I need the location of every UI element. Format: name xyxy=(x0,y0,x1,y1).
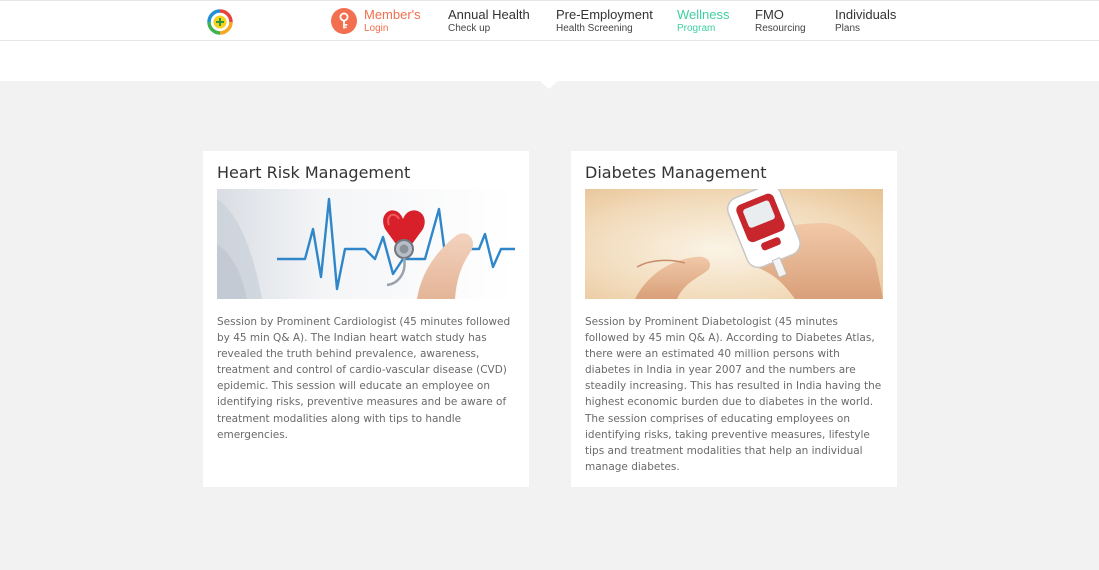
nav-item-fmo[interactable]: FMO Resourcing xyxy=(755,7,806,35)
key-icon[interactable] xyxy=(331,8,357,34)
nav-subtitle: Login xyxy=(364,23,389,34)
card-title: Diabetes Management xyxy=(585,163,767,182)
nav-item-annual-health[interactable]: Annual Health Check up xyxy=(448,7,530,35)
nav-title: Pre-Employment xyxy=(556,7,653,22)
glucose-meter-image xyxy=(585,189,883,299)
nav-title: FMO xyxy=(755,7,784,22)
nav-title: Individuals xyxy=(835,7,897,22)
nav-subtitle: Health Screening xyxy=(556,23,633,34)
nav-subtitle: Check up xyxy=(448,23,491,34)
nav-item-individuals[interactable]: Individuals Plans xyxy=(835,7,896,35)
nav-title: Member's xyxy=(364,7,421,22)
nav-subtitle: Program xyxy=(677,23,716,34)
nav-item-pre-employment[interactable]: Pre-Employment Health Screening xyxy=(556,7,653,35)
nav-subtitle: Plans xyxy=(835,23,861,34)
card-description: Session by Prominent Diabetologist (45 m… xyxy=(585,316,882,473)
nav-title: Annual Health xyxy=(448,7,530,22)
logo-icon[interactable] xyxy=(207,9,233,35)
nav-item-members-login[interactable]: Member's Login xyxy=(364,7,421,35)
header-band xyxy=(0,41,1099,81)
band-caret xyxy=(540,81,558,89)
card-description: Session by Prominent Cardiologist (45 mi… xyxy=(217,316,511,441)
nav-subtitle: Resourcing xyxy=(755,23,806,34)
card-title: Heart Risk Management xyxy=(217,163,411,182)
nav-item-wellness[interactable]: Wellness Program xyxy=(677,7,730,35)
heart-stethoscope-image xyxy=(217,189,515,299)
card-diabetes: Diabetes Management Session by Prominent… xyxy=(571,151,897,487)
card-heart-risk: Heart Risk Management Session by Promine… xyxy=(203,151,529,487)
top-navigation-bar xyxy=(0,0,1099,41)
nav-title: Wellness xyxy=(677,7,730,22)
